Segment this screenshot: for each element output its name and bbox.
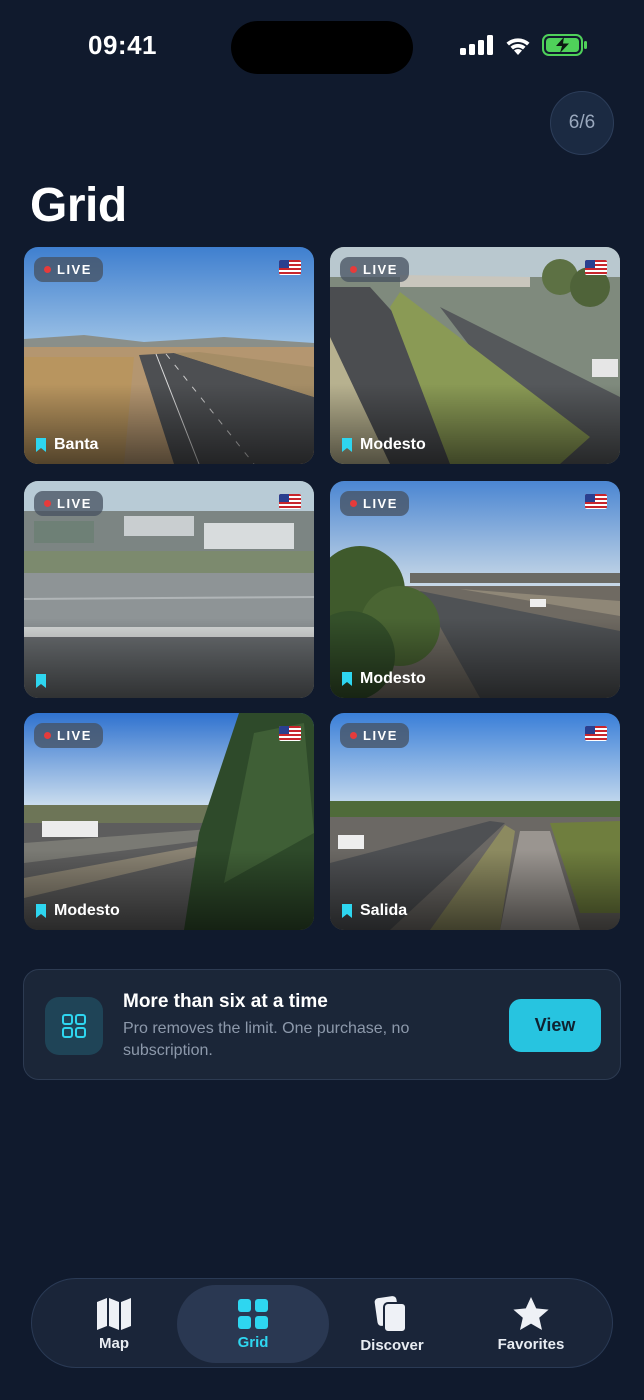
us-flag-icon <box>279 726 301 741</box>
camera-tile[interactable]: LIVE Banta <box>24 247 314 464</box>
tab-label: Grid <box>237 1333 269 1351</box>
camera-name: Modesto <box>54 902 120 919</box>
camera-name: Salida <box>360 902 408 919</box>
tile-label: Modesto <box>342 436 426 454</box>
us-flag-icon <box>585 260 607 275</box>
camera-name: Banta <box>54 436 99 453</box>
live-badge: LIVE <box>340 491 409 516</box>
tab-grid[interactable]: Grid <box>177 1285 329 1363</box>
bookmark-icon[interactable] <box>36 904 46 918</box>
live-badge: LIVE <box>34 723 103 748</box>
page-title: Grid <box>30 179 127 232</box>
pro-upgrade-card: More than six at a time Pro removes the … <box>23 969 621 1080</box>
live-badge: LIVE <box>34 491 103 516</box>
status-icons <box>460 34 588 56</box>
us-flag-icon <box>279 494 301 509</box>
live-dot-icon <box>44 732 51 739</box>
live-label: LIVE <box>363 262 398 277</box>
tile-label: Banta <box>36 436 98 454</box>
battery-charging-icon <box>542 34 587 56</box>
tab-label: Discover <box>360 1336 424 1354</box>
live-label: LIVE <box>363 496 398 511</box>
screen: 09:41 6/6 Grid LIVE Banta LIVE Modesto L… <box>0 0 644 1400</box>
bookmark-icon[interactable] <box>342 904 352 918</box>
camera-tile[interactable]: LIVE Modesto <box>330 481 620 698</box>
tab-favorites[interactable]: Favorites <box>455 1285 607 1363</box>
live-badge: LIVE <box>340 723 409 748</box>
star-icon <box>513 1296 549 1330</box>
live-label: LIVE <box>363 728 398 743</box>
dynamic-island <box>231 21 413 74</box>
tab-map[interactable]: Map <box>38 1285 190 1363</box>
promo-title: More than six at a time <box>123 991 328 1012</box>
promo-description: Pro removes the limit. One purchase, no … <box>123 1020 410 1059</box>
grid-icon <box>45 997 103 1055</box>
grid-icon <box>238 1298 268 1329</box>
map-icon <box>97 1297 131 1330</box>
us-flag-icon <box>279 260 301 275</box>
live-label: LIVE <box>57 728 92 743</box>
camera-tile[interactable]: LIVE Modesto <box>24 713 314 930</box>
live-label: LIVE <box>57 262 92 277</box>
tab-label: Map <box>99 1334 129 1352</box>
bookmark-icon[interactable] <box>342 438 352 452</box>
tab-bar: Map Grid Discover Favorites <box>31 1278 613 1368</box>
grid-counter-badge[interactable]: 6/6 <box>550 91 614 155</box>
live-dot-icon <box>44 266 51 273</box>
tab-discover[interactable]: Discover <box>316 1285 468 1363</box>
status-time: 09:41 <box>88 30 157 60</box>
bookmark-icon[interactable] <box>36 438 46 452</box>
camera-tile[interactable]: LIVE Modesto <box>330 247 620 464</box>
live-dot-icon <box>350 500 357 507</box>
camera-tile[interactable]: LIVE Salida <box>330 713 620 930</box>
live-dot-icon <box>44 500 51 507</box>
signal-icon <box>460 35 493 55</box>
tile-gradient <box>24 618 314 698</box>
camera-name: Modesto <box>360 670 426 687</box>
tile-label: Modesto <box>342 670 426 688</box>
bookmark-icon[interactable] <box>342 672 352 686</box>
live-badge: LIVE <box>34 257 103 282</box>
live-badge: LIVE <box>340 257 409 282</box>
wifi-icon <box>506 37 530 55</box>
us-flag-icon <box>585 494 607 509</box>
view-pro-button[interactable]: View <box>509 999 601 1052</box>
bookmark-icon[interactable] <box>36 674 46 688</box>
camera-name: Modesto <box>360 436 426 453</box>
us-flag-icon <box>585 726 607 741</box>
live-dot-icon <box>350 266 357 273</box>
tab-label: Favorites <box>497 1335 565 1353</box>
live-dot-icon <box>350 732 357 739</box>
camera-tile[interactable]: LIVE <box>24 481 314 698</box>
tile-label <box>36 674 54 688</box>
live-label: LIVE <box>57 496 92 511</box>
tile-label: Modesto <box>36 902 120 920</box>
cards-icon <box>374 1295 407 1333</box>
tile-label: Salida <box>342 902 407 920</box>
